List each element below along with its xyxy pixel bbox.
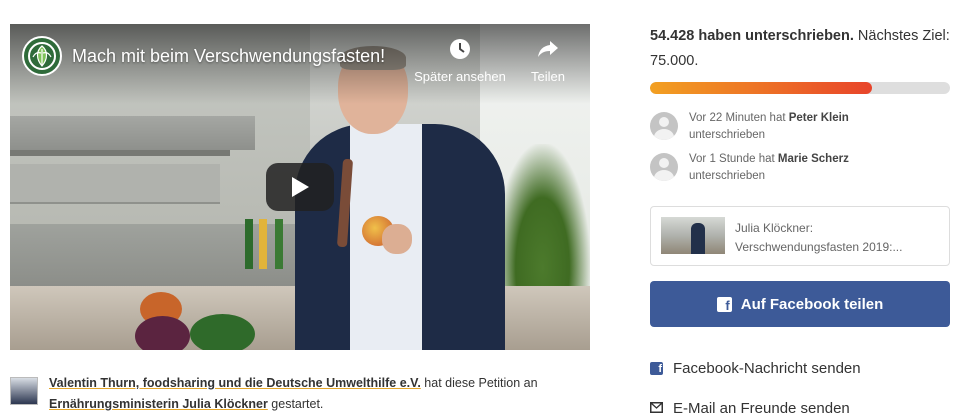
avatar [650,153,678,181]
signature-count: 54.428 haben unterschrieben. Nächstes Zi… [650,24,950,74]
video-share-label: Teilen [531,69,565,84]
facebook-message-link[interactable]: f Facebook-Nachricht senden [650,357,950,379]
activity-text: Vor 22 Minuten hat Peter Klein unterschr… [689,110,949,144]
starter-avatar [10,377,38,405]
video-frame-cabbage [135,316,190,350]
watch-later-label: Später ansehen [414,69,506,84]
video-frame-hand [382,224,412,254]
activity-time: Vor 1 Stunde hat [689,153,778,165]
play-button[interactable] [266,163,334,211]
share-arrow-icon [524,38,572,63]
starter-names-link[interactable]: Valentin Thurn, foodsharing und die Deut… [49,376,421,390]
envelope-icon [650,400,663,417]
recipient-link[interactable]: Ernährungsministerin Julia Klöckner [49,397,268,411]
email-friends-label: E-Mail an Freunde senden [673,399,850,417]
watch-later-button[interactable]: Später ansehen [408,38,512,84]
related-update-card[interactable]: Julia Klöckner: Verschwendungsfasten 201… [650,206,950,266]
facebook-share-button[interactable]: f Auf Facebook teilen [650,281,950,327]
activity-signer-name: Peter Klein [788,112,849,124]
video-share-button[interactable]: Teilen [524,38,572,84]
channel-logo-icon[interactable] [22,36,62,76]
activity-item: Vor 1 Stunde hat Marie Scherz unterschri… [650,151,950,185]
related-update-title: Julia Klöckner: Verschwendungsfasten 201… [735,219,940,257]
related-update-title-line2: Verschwendungsfasten 2019:... [735,240,903,254]
petition-starter-text: Valentin Thurn, foodsharing und die Deut… [49,373,579,415]
video-title[interactable]: Mach mit beim Verschwendungsfasten! [72,46,385,67]
related-update-thumbnail [661,217,725,254]
signature-progress-bar [650,82,950,94]
clock-icon [408,38,512,63]
play-icon [292,177,309,197]
facebook-icon: f [716,296,732,312]
facebook-message-label: Facebook-Nachricht senden [673,359,861,377]
facebook-share-label: Auf Facebook teilen [740,295,884,313]
facebook-icon: f [650,361,663,375]
video-player[interactable]: Mach mit beim Verschwendungsfasten! Spät… [10,24,590,350]
activity-action: unterschrieben [689,129,766,141]
starter-mid-text: hat diese Petition an [420,376,538,390]
starter-end-text: gestartet. [267,397,324,411]
activity-item: Vor 22 Minuten hat Peter Klein unterschr… [650,110,950,144]
related-update-title-line1: Julia Klöckner: [735,221,814,235]
activity-action: unterschrieben [689,170,766,182]
email-friends-link[interactable]: E-Mail an Freunde senden [650,397,950,417]
avatar [650,112,678,140]
activity-text: Vor 1 Stunde hat Marie Scherz unterschri… [689,151,949,185]
video-frame-cabinet [10,164,220,204]
video-frame-kale [190,314,255,350]
signature-progress-fill [650,82,872,94]
activity-signer-name: Marie Scherz [777,153,849,165]
signature-count-number: 54.428 haben unterschrieben. [650,28,854,44]
video-frame-hood [10,116,255,150]
video-frame-bottles [245,219,290,269]
video-frame-hood-edge [10,150,230,156]
activity-time: Vor 22 Minuten hat [689,112,789,124]
